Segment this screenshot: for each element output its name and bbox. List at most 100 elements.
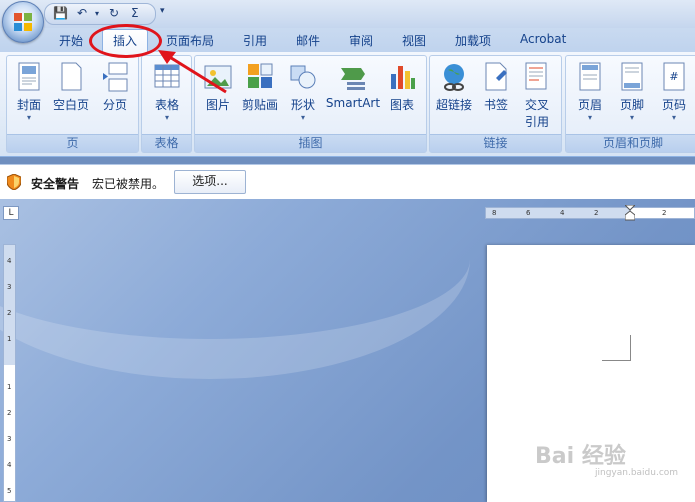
cover-page-button[interactable]: 封面 ▾: [11, 62, 47, 123]
group-illustrations-label: 插图: [195, 134, 426, 152]
footer-icon: [621, 62, 643, 91]
office-button[interactable]: [2, 1, 44, 43]
smartart-icon: [341, 68, 365, 90]
v-ruler-tick: 1: [7, 383, 12, 391]
watermark-url: jingyan.baidu.com: [595, 468, 679, 478]
page-break-icon: [103, 62, 128, 92]
hyperlink-button[interactable]: 超链接: [434, 62, 474, 113]
h-ruler-tick: 4: [560, 209, 565, 217]
bookmark-button[interactable]: 书签: [480, 62, 512, 113]
blank-page-label: 空白页: [52, 98, 89, 112]
horizontal-ruler-margin: [486, 208, 631, 218]
smartart-label: SmartArt: [325, 96, 381, 110]
svg-text:#: #: [669, 70, 678, 83]
cross-reference-button[interactable]: 交叉 引用: [518, 62, 556, 130]
tab-addins[interactable]: 加载项: [455, 32, 491, 49]
tab-view[interactable]: 视图: [402, 32, 426, 49]
cover-page-dropdown-icon: ▾: [26, 113, 31, 122]
cover-page-label: 封面: [16, 98, 41, 112]
group-header-footer-label: 页眉和页脚: [566, 134, 695, 152]
redo-icon[interactable]: ↻: [109, 6, 119, 20]
h-ruler-tick: 6: [526, 209, 531, 217]
v-ruler-tick: 4: [7, 461, 12, 469]
group-pages-label: 页: [7, 134, 138, 152]
background-swoosh: [0, 199, 470, 379]
v-ruler-tick: 3: [7, 283, 12, 291]
tab-review[interactable]: 审阅: [349, 32, 373, 49]
tab-selector[interactable]: L: [3, 206, 19, 220]
vertical-ruler[interactable]: 4 3 2 1 1 2 3 4 5: [3, 244, 16, 502]
hyperlink-label: 超链接: [435, 98, 472, 112]
hyperlink-icon: [444, 64, 464, 91]
page-number-button[interactable]: # 页码 ▾: [656, 62, 692, 123]
v-ruler-tick: 5: [7, 487, 12, 495]
page-number-dropdown-icon: ▾: [671, 113, 676, 122]
page-number-icon: #: [663, 62, 685, 91]
table-dropdown-icon: ▾: [164, 113, 169, 122]
shapes-icon: [290, 65, 316, 89]
h-ruler-tick: 2: [662, 209, 667, 217]
v-ruler-tick: 2: [7, 309, 12, 317]
page-number-label: 页码: [661, 98, 686, 112]
security-warning-title: 安全警告: [31, 177, 80, 191]
cross-reference-label-1: 交叉: [524, 98, 549, 112]
h-ruler-tick: 8: [492, 209, 497, 217]
blank-page-button[interactable]: 空白页: [51, 62, 91, 113]
horizontal-ruler[interactable]: 8 6 4 2 2: [485, 205, 695, 221]
office-logo-icon: [14, 13, 32, 31]
tab-references[interactable]: 引用: [243, 32, 267, 49]
v-ruler-tick: 4: [7, 257, 12, 265]
clip-art-label: 剪贴画: [241, 98, 278, 112]
chart-label: 图表: [389, 98, 414, 112]
shield-icon: [7, 174, 21, 190]
macro-disabled-message: 宏已被禁用。: [92, 177, 165, 191]
footer-label: 页脚: [619, 98, 644, 112]
group-links-label: 链接: [430, 134, 561, 152]
header-dropdown-icon: ▾: [587, 113, 592, 122]
v-ruler-tick: 1: [7, 335, 12, 343]
ribbon-insert: 封面 ▾ 空白页 分页 页 表格 ▾ 表格 图片 剪贴画 形状 ▾ SmartA…: [0, 52, 695, 157]
save-icon[interactable]: 💾: [53, 6, 68, 20]
header-button[interactable]: 页眉 ▾: [572, 62, 608, 123]
undo-icon[interactable]: ↶: [77, 6, 87, 20]
options-button[interactable]: 选项...: [174, 170, 246, 194]
indent-marker-icon[interactable]: [625, 205, 635, 221]
shapes-dropdown-icon: ▾: [300, 113, 305, 122]
sigma-icon[interactable]: Σ: [131, 6, 139, 20]
bookmark-label: 书签: [483, 98, 508, 112]
h-ruler-tick: 2: [594, 209, 599, 217]
cross-reference-label-2: 引用: [524, 115, 549, 129]
tab-acrobat[interactable]: Acrobat: [520, 32, 566, 46]
shapes-button[interactable]: 形状 ▾: [287, 62, 319, 123]
group-links: 超链接 书签 交叉 引用 链接: [429, 55, 562, 153]
page-break-button[interactable]: 分页: [97, 62, 133, 113]
group-pages: 封面 ▾ 空白页 分页 页: [6, 55, 139, 153]
security-warning-bar: 安全警告 宏已被禁用。 选项...: [0, 164, 695, 200]
group-tables-label: 表格: [142, 134, 191, 152]
blank-page-icon: [61, 62, 82, 91]
chart-button[interactable]: 图表: [385, 62, 419, 113]
shapes-label: 形状: [290, 98, 315, 112]
v-ruler-tick: 3: [7, 435, 12, 443]
clip-art-button[interactable]: 剪贴画: [239, 62, 281, 113]
clip-art-icon: [248, 63, 273, 88]
customize-qat-icon[interactable]: ▾: [160, 6, 165, 16]
header-label: 页眉: [577, 98, 602, 112]
annotation-arrow: [158, 50, 227, 94]
title-bar: 💾 ↶ ▾ ↻ Σ ▾: [0, 0, 695, 28]
footer-button[interactable]: 页脚 ▾: [614, 62, 650, 123]
cover-page-icon: [18, 62, 40, 91]
v-ruler-tick: 2: [7, 409, 12, 417]
smartart-button[interactable]: SmartArt: [325, 62, 381, 110]
header-icon: [579, 62, 601, 91]
chart-icon: [391, 66, 415, 89]
watermark: Bai 经验: [535, 444, 626, 469]
tab-home[interactable]: 开始: [59, 32, 83, 49]
group-header-footer: 页眉 ▾ 页脚 ▾ # 页码 ▾ 页眉和页脚: [565, 55, 695, 153]
undo-dropdown-icon[interactable]: ▾: [95, 9, 99, 18]
footer-dropdown-icon: ▾: [629, 113, 634, 122]
quick-access-toolbar: 💾 ↶ ▾ ↻ Σ: [44, 3, 156, 25]
margin-corner-mark: [602, 335, 631, 361]
cross-reference-icon: [525, 62, 547, 90]
tab-mailings[interactable]: 邮件: [296, 32, 320, 49]
